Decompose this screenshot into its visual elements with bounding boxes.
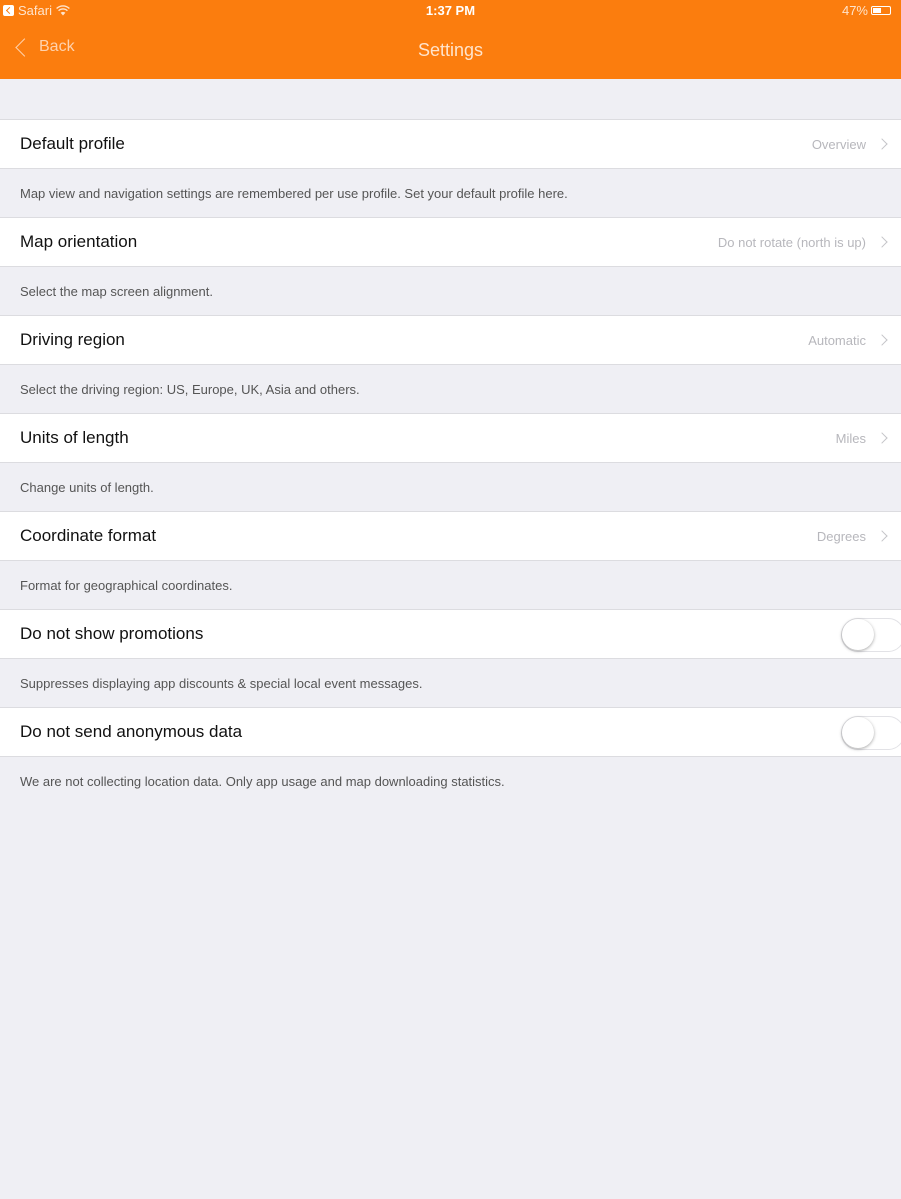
row-label: Driving region (20, 330, 125, 349)
chevron-right-icon (876, 334, 888, 346)
row-label: Map orientation (20, 232, 138, 251)
chevron-right-icon (876, 236, 888, 248)
row-coordinate-format[interactable]: Coordinate format Degrees (0, 511, 901, 561)
chevron-right-icon (876, 138, 888, 150)
chevron-right-icon (876, 432, 888, 444)
battery-icon (871, 6, 891, 15)
status-bar: Safari 1:37 PM 47% (0, 0, 901, 20)
row-label: Do not send anonymous data (20, 722, 243, 741)
row-value-group: Do not rotate (north is up) (718, 235, 889, 250)
row-description: Format for geographical coordinates. (20, 577, 233, 593)
row-description: Change units of length. (20, 479, 154, 495)
row-value: Degrees (816, 528, 866, 544)
row-value: Automatic (808, 332, 866, 348)
row-description: Select the map screen alignment. (20, 283, 213, 299)
promotions-toggle[interactable] (841, 618, 901, 652)
row-description: Select the driving region: US, Europe, U… (20, 381, 360, 397)
row-label: Coordinate format (20, 526, 157, 545)
battery-percent: 47% (841, 3, 868, 18)
row-label: Units of length (20, 428, 129, 447)
row-map-orientation[interactable]: Map orientation Do not rotate (north is … (0, 217, 901, 267)
row-value: Do not rotate (north is up) (717, 234, 866, 250)
settings-list: Default profile Overview Map view and na… (0, 79, 901, 805)
toggle-knob (842, 619, 874, 650)
row-value-group: Overview (812, 137, 889, 152)
top-spacer (0, 79, 901, 119)
page-title: Settings (417, 40, 484, 60)
row-description: We are not collecting location data. Onl… (20, 773, 505, 789)
top-bar: Safari 1:37 PM 47% Back Settings (0, 0, 901, 79)
row-default-profile[interactable]: Default profile Overview (0, 119, 901, 169)
row-value: Miles (835, 430, 866, 446)
battery-status: 47% (842, 3, 891, 18)
anonymous-data-toggle[interactable] (841, 716, 901, 750)
row-driving-region[interactable]: Driving region Automatic (0, 315, 901, 365)
row-label: Do not show promotions (20, 624, 204, 643)
row-do-not-show-promotions: Do not show promotions (0, 609, 901, 659)
row-value-group: Miles (836, 431, 889, 446)
toggle-knob (842, 717, 874, 748)
row-units-of-length[interactable]: Units of length Miles (0, 413, 901, 463)
navigation-bar: Back Settings (0, 20, 901, 79)
row-value-group: Automatic (808, 333, 889, 348)
row-value-group: Degrees (817, 529, 889, 544)
row-do-not-send-anonymous-data: Do not send anonymous data (0, 707, 901, 757)
row-description: Map view and navigation settings are rem… (20, 185, 568, 201)
status-time: 1:37 PM (425, 3, 476, 18)
chevron-right-icon (876, 530, 888, 542)
row-description: Suppresses displaying app discounts & sp… (20, 675, 423, 691)
row-label: Default profile (20, 134, 125, 153)
row-value: Overview (811, 136, 866, 152)
